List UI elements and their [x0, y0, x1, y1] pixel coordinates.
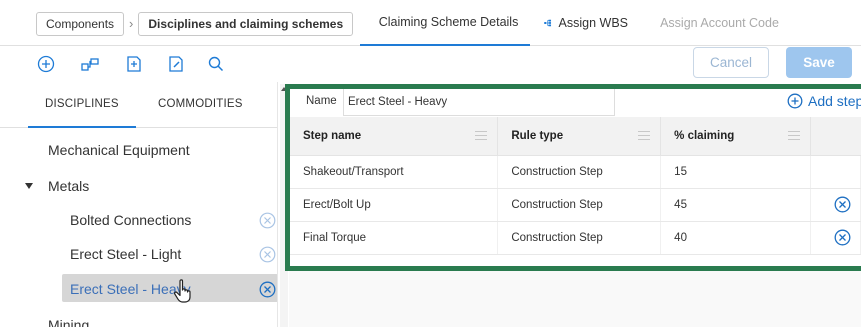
cancel-button[interactable]: Cancel [693, 47, 769, 78]
cell-step-name: Shakeout/Transport [290, 155, 499, 189]
table-row[interactable]: Shakeout/Transport Construction Step 15 [290, 155, 861, 189]
save-button[interactable]: Save [786, 47, 852, 78]
tree-item-label: Erect Steel - Light [70, 246, 182, 262]
search-icon[interactable] [206, 54, 226, 74]
cell-step-name: Final Torque [290, 221, 499, 255]
column-header-step-name[interactable]: Step name [290, 117, 499, 156]
tree-add-icon[interactable] [80, 54, 100, 74]
column-menu-icon[interactable] [788, 131, 801, 140]
cell-actions [810, 221, 861, 255]
tree-item-label: Metals [48, 178, 90, 194]
tree-item-erect-steel-light[interactable]: Erect Steel - Light [0, 237, 277, 271]
cell-actions [810, 155, 861, 189]
tab-bar: Claiming Scheme Details Assign WBS Assig… [360, 0, 790, 46]
add-circle-icon[interactable] [36, 54, 56, 74]
add-circle-icon [787, 93, 803, 109]
steps-editor: Name Erect Steel - Heavy Add step Step n… [285, 84, 861, 271]
table-row[interactable]: Erect/Bolt Up Construction Step 45 [290, 188, 861, 222]
table-header-row: Step name Rule type % claiming [290, 117, 861, 156]
name-field[interactable]: Erect Steel - Heavy [343, 89, 615, 116]
breadcrumb: Components › Disciplines and claiming sc… [36, 11, 354, 36]
remove-icon[interactable] [258, 245, 276, 263]
name-label: Name [306, 95, 337, 107]
tree-item-mining[interactable]: Mining [0, 308, 277, 327]
breadcrumb-components[interactable]: Components [36, 11, 125, 36]
document-edit-icon[interactable] [166, 54, 186, 74]
tab-commodities[interactable]: COMMODITIES [158, 98, 243, 110]
top-bar: Components › Disciplines and claiming sc… [0, 0, 861, 46]
caret-down-icon[interactable] [25, 183, 33, 189]
tree-item-metals[interactable]: Metals [0, 169, 277, 203]
remove-icon[interactable] [258, 280, 276, 298]
column-header-claiming[interactable]: % claiming [660, 117, 812, 156]
cell-claiming[interactable]: 40 [660, 221, 812, 255]
add-step-label: Add step [808, 93, 861, 109]
column-menu-icon[interactable] [638, 131, 651, 140]
left-panel: DISCIPLINES COMMODITIES Mechanical Equip… [0, 82, 278, 327]
cell-rule-type: Construction Step [497, 221, 662, 255]
remove-icon[interactable] [258, 211, 276, 229]
tab-label: Claiming Scheme Details [378, 15, 519, 29]
cell-claiming[interactable]: 45 [660, 188, 812, 222]
document-add-icon[interactable] [124, 54, 144, 74]
cell-claiming[interactable]: 15 [660, 155, 812, 189]
tab-label: Assign WBS [558, 16, 628, 30]
tab-assign-wbs[interactable]: Assign WBS [530, 0, 642, 46]
tree-item-mechanical-equipment[interactable]: Mechanical Equipment [0, 133, 277, 167]
tree-item-bolted-connections[interactable]: Bolted Connections [0, 203, 277, 237]
tree-item-erect-steel-heavy[interactable]: Erect Steel - Heavy [0, 272, 277, 307]
remove-step-icon[interactable] [824, 196, 860, 213]
add-step-button[interactable]: Add step [787, 93, 861, 109]
column-menu-icon[interactable] [475, 131, 488, 140]
tree-item-label: Mechanical Equipment [48, 142, 190, 158]
cell-rule-type: Construction Step [497, 188, 662, 222]
active-tab-indicator [28, 126, 136, 128]
tree-item-label: Bolted Connections [70, 212, 192, 228]
column-header-actions [810, 117, 861, 156]
hierarchy-icon [544, 19, 552, 27]
column-header-rule-type[interactable]: Rule type [497, 117, 662, 156]
breadcrumb-separator: › [129, 16, 134, 31]
hand-cursor-icon [172, 278, 196, 307]
tab-disciplines[interactable]: DISCIPLINES [45, 98, 119, 110]
tab-label: Assign Account Code [660, 16, 779, 30]
cell-step-name: Erect/Bolt Up [290, 188, 499, 222]
tab-assign-account-code[interactable]: Assign Account Code [642, 0, 790, 46]
left-tab-bar: DISCIPLINES COMMODITIES [0, 82, 277, 128]
tab-claiming-scheme-details[interactable]: Claiming Scheme Details [360, 0, 530, 46]
breadcrumb-disciplines[interactable]: Disciplines and claiming schemes [138, 11, 354, 36]
steps-table: Step name Rule type % claiming Shakeout/… [290, 117, 861, 255]
cell-actions [810, 188, 861, 222]
remove-step-icon[interactable] [824, 229, 860, 246]
cell-rule-type: Construction Step [497, 155, 662, 189]
tree-item-label: Mining [48, 317, 90, 327]
name-row: Name Erect Steel - Heavy Add step [290, 89, 861, 116]
table-row[interactable]: Final Torque Construction Step 40 [290, 221, 861, 255]
